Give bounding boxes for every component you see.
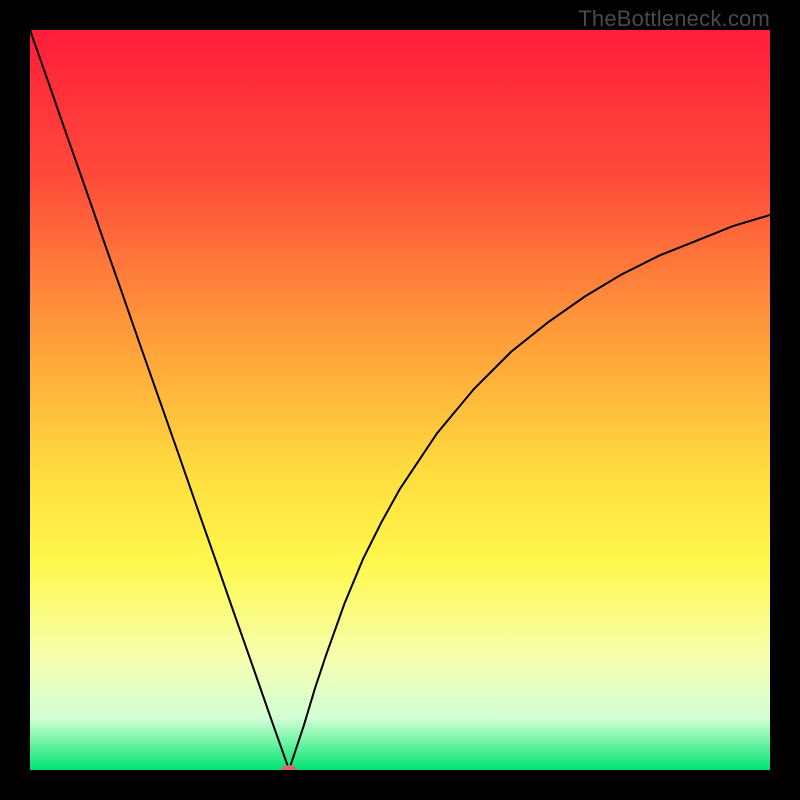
watermark-text: TheBottleneck.com <box>578 6 770 32</box>
chart-frame <box>30 30 770 770</box>
bottleneck-chart <box>30 30 770 770</box>
gradient-background <box>30 30 770 770</box>
